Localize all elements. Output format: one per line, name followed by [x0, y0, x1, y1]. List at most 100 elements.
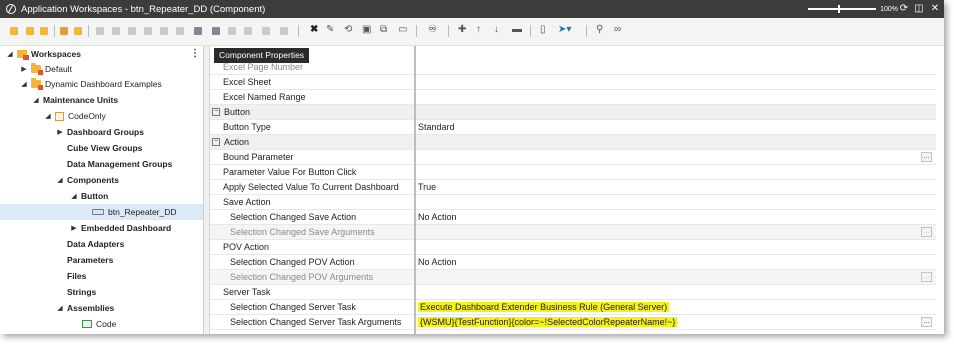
tree-node-files[interactable]: Files: [0, 268, 203, 284]
toolbar-grid-icon[interactable]: [112, 27, 120, 35]
toolbar-chart-icon[interactable]: [96, 27, 104, 35]
toolbar-paste-icon[interactable]: [262, 27, 270, 35]
property-value[interactable]: [418, 270, 918, 285]
toolbar-link-chain-icon[interactable]: ∞: [614, 23, 621, 37]
collapse-toggle-icon[interactable]: −: [212, 108, 220, 117]
tree-node-components[interactable]: ◢ Components: [0, 172, 203, 188]
toolbar-copy-icon[interactable]: [244, 27, 252, 35]
property-row[interactable]: Button Type Standard: [210, 120, 936, 135]
zoom-slider[interactable]: [808, 5, 877, 13]
category-row-button[interactable]: − Button: [210, 105, 936, 120]
property-grid-column-divider[interactable]: [414, 46, 416, 334]
toolbar-file-icon[interactable]: [144, 27, 152, 35]
tree-node-btn-repeater-dd[interactable]: btn_Repeater_DD: [0, 204, 203, 220]
property-row[interactable]: Selection Changed Server Task Execute Da…: [210, 300, 936, 315]
toolbar-move-down-icon[interactable]: ↓: [494, 23, 499, 37]
tree-node-strings[interactable]: Strings: [0, 284, 203, 300]
property-row[interactable]: Selection Changed POV Action No Action: [210, 255, 936, 270]
property-row[interactable]: Bound Parameter ...: [210, 150, 936, 165]
tree-node-dashboard-groups[interactable]: ▶ Dashboard Groups: [0, 124, 203, 140]
expanded-arrow-icon[interactable]: ◢: [32, 96, 40, 104]
property-row[interactable]: Excel Sheet: [210, 75, 936, 90]
toolbar-assembly-icon[interactable]: [176, 27, 184, 35]
collapse-toggle-icon[interactable]: −: [212, 138, 220, 147]
tree-node-data-adapters[interactable]: Data Adapters: [0, 236, 203, 252]
tree-node-dynamic-dashboard-examples[interactable]: ◢ Dynamic Dashboard Examples: [0, 76, 203, 92]
close-icon[interactable]: ✕: [928, 2, 942, 16]
property-row[interactable]: Selection Changed POV Arguments ...: [210, 270, 936, 285]
tree-node-workspaces[interactable]: ◢ Workspaces: [0, 46, 203, 62]
tree-node-data-management-groups[interactable]: Data Management Groups: [0, 156, 203, 172]
toolbar-refresh-icon[interactable]: ⟲: [344, 23, 352, 37]
toolbar-create-dashboard-icon[interactable]: [60, 27, 68, 35]
property-value[interactable]: Execute Dashboard Extender Business Rule…: [418, 300, 918, 315]
property-value[interactable]: True: [418, 180, 918, 195]
property-value[interactable]: [418, 75, 918, 90]
property-value[interactable]: [418, 90, 918, 105]
property-row[interactable]: Parameter Value For Button Click: [210, 165, 936, 180]
tree-node-default[interactable]: ▶ Default: [0, 61, 203, 77]
group-row-pov-action[interactable]: POV Action: [210, 240, 936, 255]
property-row[interactable]: Selection Changed Server Task Arguments …: [210, 315, 936, 330]
expanded-arrow-icon[interactable]: ◢: [20, 80, 28, 88]
tree-node-embedded-dashboard[interactable]: ▶ Embedded Dashboard: [0, 220, 203, 236]
ellipsis-button[interactable]: ...: [921, 317, 932, 327]
tree-node-assemblies[interactable]: ◢ Assemblies: [0, 300, 203, 316]
toolbar-report-icon[interactable]: [128, 27, 136, 35]
tree-node-parameters[interactable]: Parameters: [0, 252, 203, 268]
collapsed-arrow-icon[interactable]: ▶: [70, 224, 78, 232]
property-row[interactable]: Selection Changed Save Action No Action: [210, 210, 936, 225]
collapsed-arrow-icon[interactable]: ▶: [20, 65, 28, 73]
property-value[interactable]: Standard: [418, 120, 918, 135]
property-value[interactable]: {WSMU}{TestFunction}{color=~!SelectedCol…: [418, 315, 918, 330]
group-row-server-task[interactable]: Server Task: [210, 285, 936, 300]
property-value[interactable]: [418, 165, 918, 180]
expanded-arrow-icon[interactable]: ◢: [44, 112, 52, 120]
expanded-arrow-icon[interactable]: ◢: [6, 50, 14, 58]
toolbar-search-icon[interactable]: ⚲: [596, 23, 603, 37]
toolbar-delete-icon[interactable]: ✖: [310, 23, 318, 37]
property-row[interactable]: Excel Named Range: [210, 90, 936, 105]
property-value[interactable]: No Action: [418, 210, 918, 225]
toolbar-move-up-icon[interactable]: ↑: [476, 23, 481, 37]
zoom-slider-thumb[interactable]: [838, 5, 841, 13]
toolbar-pointer-dropdown-icon[interactable]: ➤▾: [558, 23, 571, 37]
ellipsis-button[interactable]: ...: [921, 227, 932, 237]
tree-node-button[interactable]: ◢ Button: [0, 188, 203, 204]
toolbar-binoculars-icon[interactable]: ♾: [428, 23, 437, 37]
dock-icon[interactable]: ◫: [912, 2, 926, 16]
collapsed-arrow-icon[interactable]: ▶: [56, 128, 64, 136]
ellipsis-button[interactable]: ...: [921, 152, 932, 162]
property-row[interactable]: Apply Selected Value To Current Dashboar…: [210, 180, 936, 195]
toolbar-add-icon[interactable]: ✚: [458, 23, 466, 37]
toolbar-create-group-icon[interactable]: [40, 27, 48, 35]
tree-node-codeonly[interactable]: ◢ CodeOnly: [0, 108, 203, 124]
tree-node-cube-view-groups[interactable]: Cube View Groups: [0, 140, 203, 156]
toolbar-create-workspace-icon[interactable]: [10, 27, 18, 35]
property-value[interactable]: No Action: [418, 255, 918, 270]
toolbar-page-icon[interactable]: ▯: [540, 23, 546, 37]
expanded-arrow-icon[interactable]: ◢: [70, 192, 78, 200]
toolbar-parameter-icon[interactable]: [212, 27, 220, 35]
toolbar-clipboard-icon[interactable]: ▭: [398, 23, 407, 37]
expanded-arrow-icon[interactable]: ◢: [56, 304, 64, 312]
toolbar-link-icon[interactable]: ⧉: [380, 23, 387, 37]
toolbar-data-adapter-icon[interactable]: [194, 27, 202, 35]
refresh-icon[interactable]: ⟳: [897, 2, 911, 16]
tree-node-maintenance-units[interactable]: ◢ Maintenance Units: [0, 92, 203, 108]
property-row[interactable]: Excel Page Number: [210, 60, 936, 75]
property-value[interactable]: [418, 225, 918, 240]
tree-node-code[interactable]: Code: [0, 316, 203, 332]
toolbar-save-icon[interactable]: ▣: [362, 23, 371, 37]
toolbar-create-maintenance-unit-icon[interactable]: [26, 27, 34, 35]
toolbar-create-component-icon[interactable]: [74, 27, 82, 35]
property-value[interactable]: [418, 150, 918, 165]
toolbar-remove-icon[interactable]: ▬: [512, 23, 522, 37]
category-row-action[interactable]: − Action: [210, 135, 936, 150]
property-value[interactable]: [418, 60, 918, 75]
toolbar-rename-icon[interactable]: ✎: [326, 23, 334, 37]
group-row-save-action[interactable]: Save Action: [210, 195, 936, 210]
toolbar-filter-icon[interactable]: [228, 27, 236, 35]
toolbar-duplicate-icon[interactable]: [280, 27, 288, 35]
zoom-control[interactable]: 100%: [808, 0, 898, 18]
